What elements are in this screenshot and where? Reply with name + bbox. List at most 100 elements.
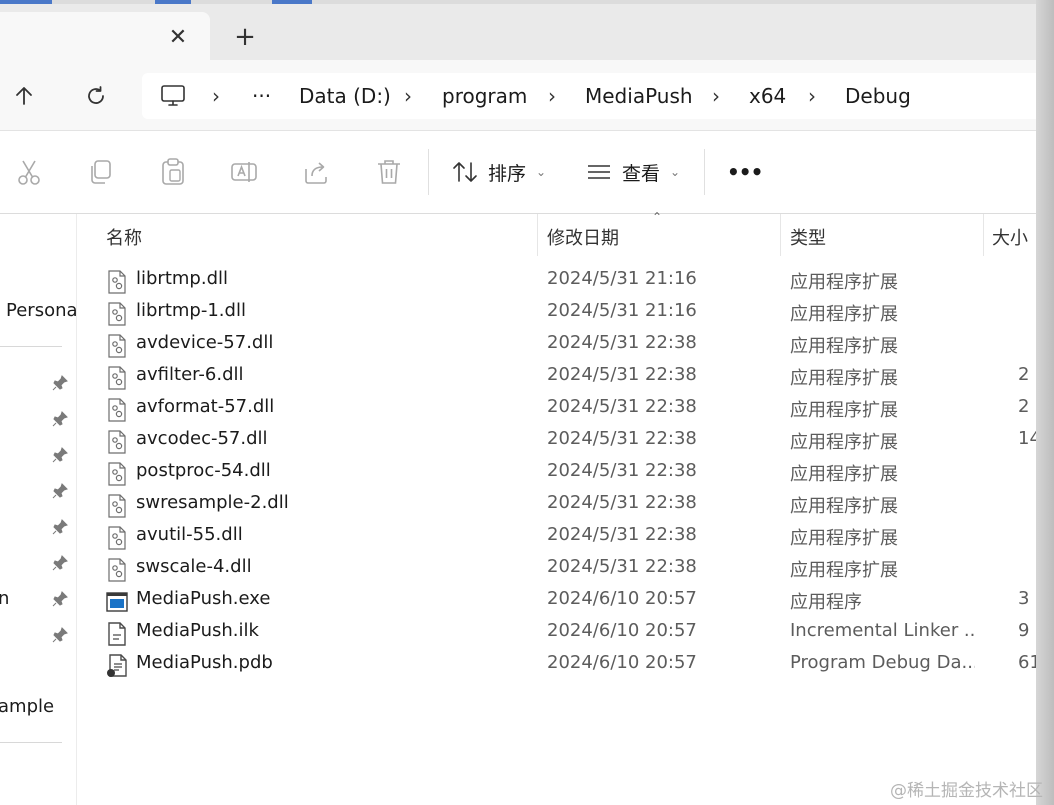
cut-icon[interactable] — [14, 157, 44, 187]
up-button[interactable] — [6, 78, 42, 114]
tab-bar: ✕ + — [0, 4, 1054, 60]
sort-button[interactable]: 排序 ⌄ — [452, 153, 546, 191]
file-row[interactable]: MediaPush.pdb 2024/6/10 20:57 Program Debu… — [100, 648, 1054, 680]
nav-item-sample[interactable]: ample — [0, 696, 54, 717]
breadcrumb-item[interactable]: program — [442, 73, 527, 119]
chevron-down-icon: ⌄ — [536, 165, 547, 179]
dll-file-icon — [106, 494, 128, 518]
view-list-icon — [588, 165, 610, 179]
file-name: avutil-55.dll — [136, 524, 243, 545]
file-row[interactable]: postproc-54.dll 2024/5/31 22:38 应用程序扩展 — [100, 456, 1054, 488]
navigation-pane: Persona n ample — [0, 214, 77, 805]
file-row[interactable]: swresample-2.dll 2024/5/31 22:38 应用程序扩展 — [100, 488, 1054, 520]
column-header-size[interactable]: 大小 — [992, 224, 1028, 250]
copy-icon[interactable] — [86, 157, 116, 187]
chevron-right-icon[interactable]: › — [404, 73, 412, 119]
file-date: 2024/5/31 21:16 — [547, 268, 697, 289]
nav-divider — [0, 346, 62, 347]
exe-file-icon — [106, 590, 128, 614]
refresh-icon — [88, 86, 104, 104]
file-type: 应用程序扩展 — [790, 272, 898, 293]
pin-icon[interactable] — [52, 627, 68, 643]
file-date: 2024/5/31 22:38 — [547, 524, 697, 545]
chevron-right-icon[interactable]: › — [212, 73, 220, 119]
column-separator[interactable] — [780, 214, 781, 256]
file-date: 2024/5/31 22:38 — [547, 492, 697, 513]
breadcrumb-item[interactable]: Data (D:) — [299, 73, 391, 119]
dll-file-icon — [106, 270, 128, 294]
file-name: swscale-4.dll — [136, 556, 252, 577]
file-row[interactable]: avfilter-6.dll 2024/5/31 22:38 应用程序扩展 2 — [100, 360, 1054, 392]
pin-icon[interactable] — [52, 555, 68, 571]
file-name: librtmp-1.dll — [136, 300, 246, 321]
file-date: 2024/5/31 22:38 — [547, 396, 697, 417]
breadcrumb-item[interactable]: x64 — [749, 73, 786, 119]
file-name: avformat-57.dll — [136, 396, 275, 417]
column-header-date[interactable]: 修改日期 — [547, 224, 619, 250]
view-button[interactable]: 查看 ⌄ — [586, 153, 680, 191]
ilk-file-icon — [106, 622, 128, 646]
chevron-right-icon[interactable]: › — [808, 73, 816, 119]
file-date: 2024/6/10 20:57 — [547, 588, 697, 609]
column-separator[interactable] — [983, 214, 984, 256]
dll-file-icon — [106, 366, 128, 390]
file-name: MediaPush.ilk — [136, 620, 259, 641]
file-date: 2024/5/31 22:38 — [547, 556, 697, 577]
view-label: 查看 — [622, 162, 661, 185]
file-type: 应用程序扩展 — [790, 304, 898, 325]
breadcrumb-more[interactable]: ··· — [252, 73, 271, 119]
close-tab-icon[interactable]: ✕ — [162, 22, 194, 54]
file-size: 3 — [1018, 588, 1030, 609]
nav-item-partial[interactable]: n — [0, 588, 9, 609]
address-bar[interactable]: › ··· Data (D:) › program › MediaPush › … — [142, 73, 1042, 119]
column-header-name[interactable]: 名称 — [106, 224, 142, 250]
breadcrumb-item[interactable]: MediaPush — [585, 73, 693, 119]
file-row[interactable]: MediaPush.exe 2024/6/10 20:57 应用程序 3 — [100, 584, 1054, 616]
chevron-right-icon[interactable]: › — [712, 73, 720, 119]
refresh-button[interactable] — [78, 78, 114, 114]
file-row[interactable]: librtmp-1.dll 2024/5/31 21:16 应用程序扩展 — [100, 296, 1054, 328]
this-pc-icon[interactable] — [160, 84, 186, 108]
file-size: 2 — [1018, 396, 1030, 417]
file-row[interactable]: avcodec-57.dll 2024/5/31 22:38 应用程序扩展 14 — [100, 424, 1054, 456]
file-name: MediaPush.pdb — [136, 652, 273, 673]
file-row[interactable]: avdevice-57.dll 2024/5/31 22:38 应用程序扩展 — [100, 328, 1054, 360]
file-row[interactable]: avformat-57.dll 2024/5/31 22:38 应用程序扩展 2 — [100, 392, 1054, 424]
file-name: swresample-2.dll — [136, 492, 289, 513]
column-header-type[interactable]: 类型 — [790, 224, 826, 250]
new-tab-button[interactable]: + — [228, 22, 262, 56]
delete-icon[interactable] — [374, 157, 404, 187]
file-type: 应用程序扩展 — [790, 432, 898, 453]
breadcrumb-item[interactable]: Debug — [845, 73, 911, 119]
nav-item-persona[interactable]: Persona — [6, 300, 76, 321]
pin-icon[interactable] — [52, 483, 68, 499]
file-type: 应用程序 — [790, 592, 862, 613]
dll-file-icon — [106, 462, 128, 486]
dll-file-icon — [106, 334, 128, 358]
rename-icon[interactable] — [229, 157, 259, 187]
chevron-right-icon[interactable]: › — [548, 73, 556, 119]
file-row[interactable]: avutil-55.dll 2024/5/31 22:38 应用程序扩展 — [100, 520, 1054, 552]
dll-file-icon — [106, 558, 128, 582]
more-options-button[interactable]: ••• — [727, 153, 763, 191]
file-type: 应用程序扩展 — [790, 560, 898, 581]
file-type: 应用程序扩展 — [790, 464, 898, 485]
file-type: 应用程序扩展 — [790, 336, 898, 357]
file-type: 应用程序扩展 — [790, 528, 898, 549]
pin-icon[interactable] — [52, 519, 68, 535]
pin-icon[interactable] — [52, 447, 68, 463]
pin-icon[interactable] — [52, 591, 68, 607]
file-row[interactable]: librtmp.dll 2024/5/31 21:16 应用程序扩展 — [100, 264, 1054, 296]
paste-icon[interactable] — [158, 157, 188, 187]
pin-icon[interactable] — [52, 411, 68, 427]
active-tab[interactable]: ✕ — [0, 12, 210, 60]
file-row[interactable]: swscale-4.dll 2024/5/31 22:38 应用程序扩展 — [100, 552, 1054, 584]
share-icon[interactable] — [302, 157, 332, 187]
column-separator[interactable] — [537, 214, 538, 256]
sort-ascending-icon: ⌃ — [652, 210, 663, 224]
nav-divider — [0, 742, 62, 743]
pin-icon[interactable] — [52, 375, 68, 391]
file-row[interactable]: MediaPush.ilk 2024/6/10 20:57 Incremental … — [100, 616, 1054, 648]
file-date: 2024/6/10 20:57 — [547, 620, 697, 641]
command-bar: 排序 ⌄ 查看 ⌄ ••• — [0, 131, 1054, 214]
